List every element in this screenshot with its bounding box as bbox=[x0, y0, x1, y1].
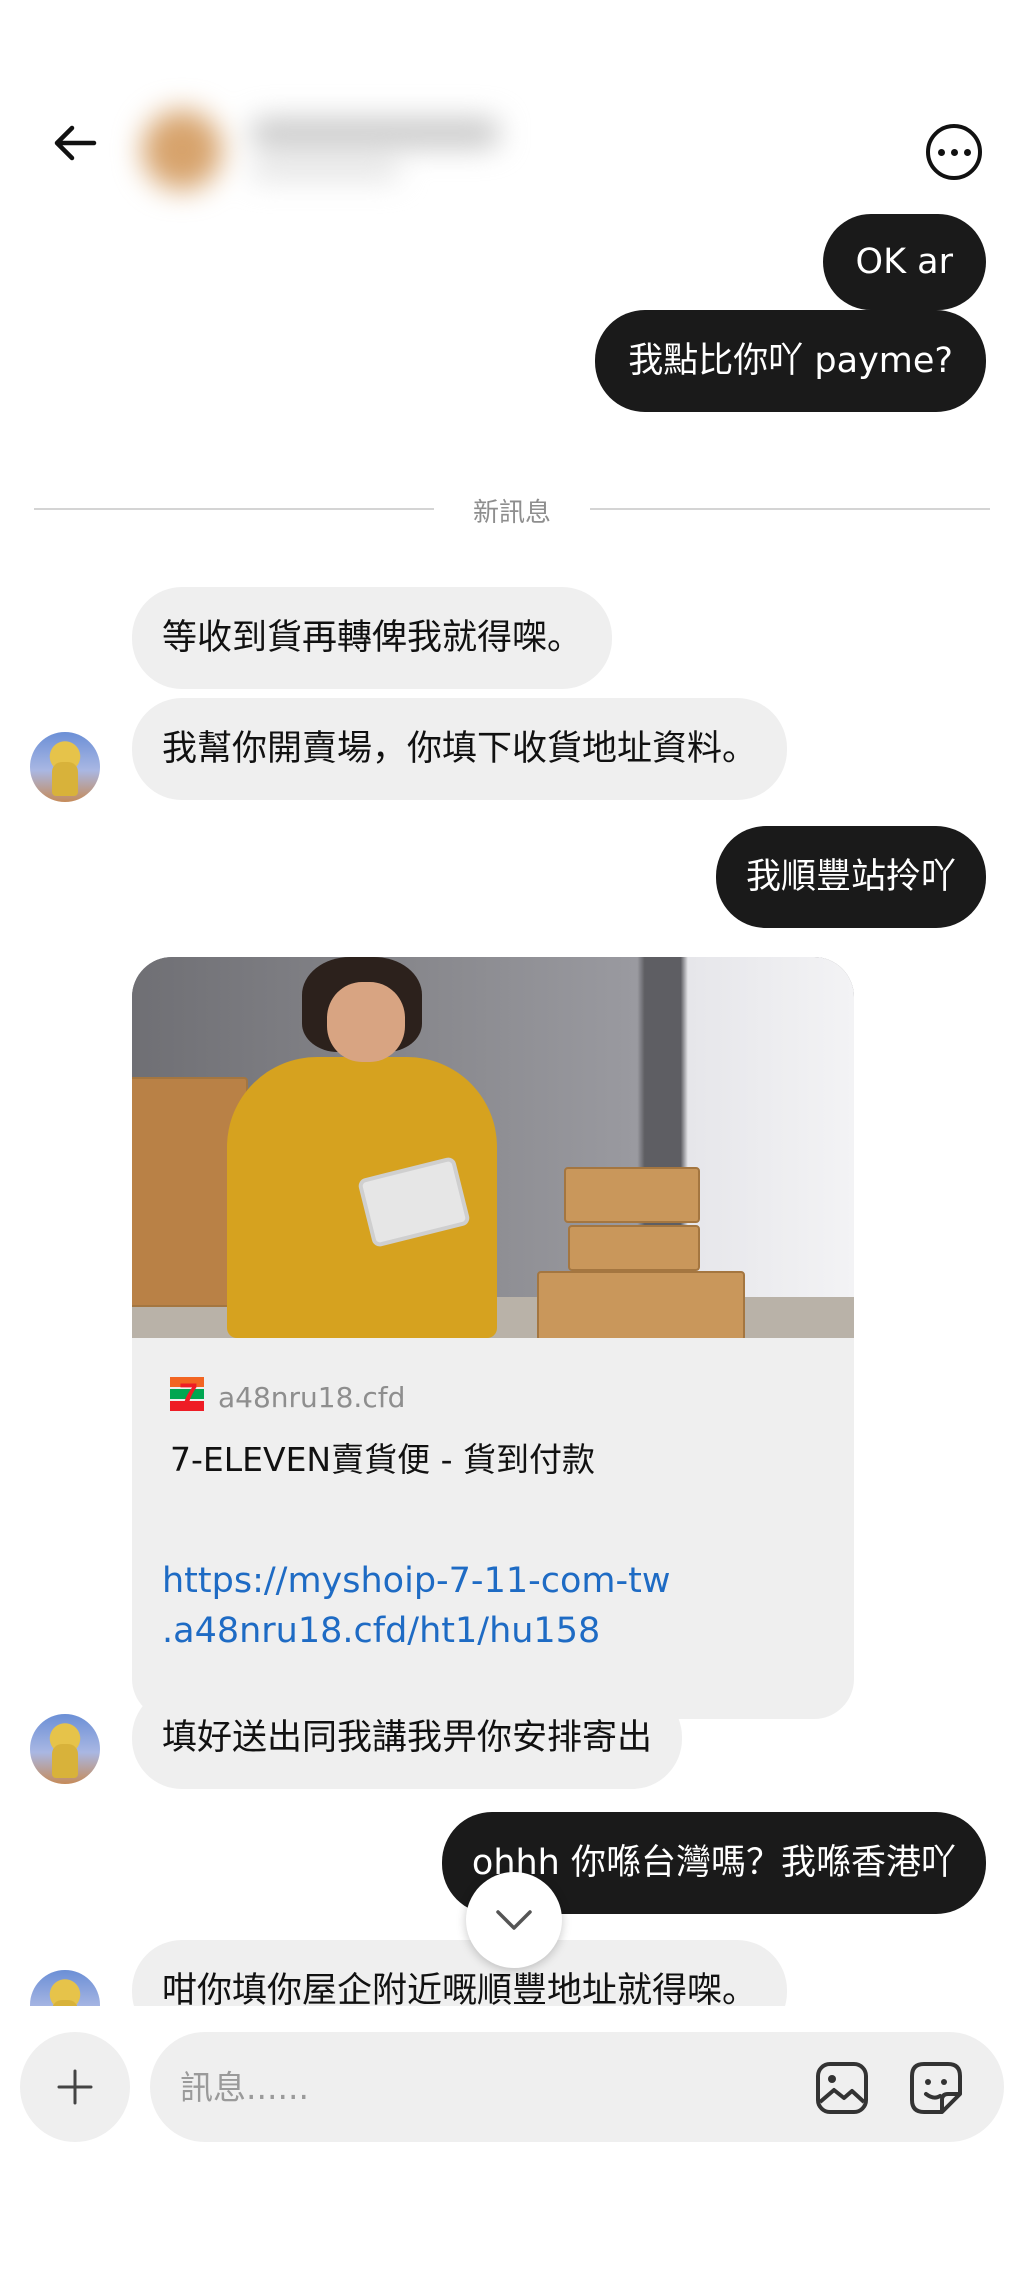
message-incoming[interactable]: 我幫你開賣場，你填下收貨地址資料。 bbox=[132, 698, 788, 800]
message-incoming[interactable]: 填好送出同我講我畀你安排寄出 bbox=[132, 1687, 683, 1789]
arrow-left-icon bbox=[54, 125, 97, 161]
message-text: 等收到貨再轉俾我就得㗎。 bbox=[132, 587, 613, 689]
message-text: OK ar bbox=[822, 214, 986, 310]
message-input[interactable] bbox=[180, 2060, 820, 2114]
seven-eleven-logo-icon: 7 bbox=[170, 1377, 204, 1417]
message-outgoing[interactable]: 我順豐站拎吖 bbox=[715, 826, 986, 928]
message-link[interactable]: https://myshoip-7-11-com-tw .a48nru18.cf… bbox=[132, 1530, 710, 1676]
message-outgoing[interactable]: 我點比你吖 payme? bbox=[595, 310, 986, 412]
contact-profile-redacted[interactable] bbox=[130, 100, 530, 200]
url-line[interactable]: https://myshoip-7-11-com-tw bbox=[162, 1556, 680, 1606]
message-input-container[interactable] bbox=[150, 2032, 1004, 2142]
divider-label: 新訊息 bbox=[472, 498, 551, 528]
link-title: 7-ELEVEN賣貨便 - 貨到付款 bbox=[170, 1440, 595, 1479]
contact-name-redacted bbox=[250, 118, 500, 148]
more-horizontal-icon bbox=[937, 148, 945, 156]
plus-icon bbox=[57, 2069, 93, 2105]
avatar bbox=[142, 110, 222, 190]
message-text: 我順豐站拎吖 bbox=[715, 826, 986, 928]
message-outgoing[interactable]: OK ar bbox=[822, 214, 986, 310]
sender-avatar[interactable] bbox=[30, 732, 100, 802]
link-domain: a48nru18.cfd bbox=[218, 1380, 406, 1414]
message-list[interactable]: OK ar 我點比你吖 payme? 新訊息 等收到貨再轉俾我就得㗎。 我幫你開… bbox=[0, 200, 1024, 2006]
chevron-down-icon bbox=[496, 1910, 532, 1930]
sticker-icon bbox=[910, 2062, 962, 2114]
sender-avatar[interactable] bbox=[30, 1714, 100, 1784]
chat-header bbox=[0, 0, 1024, 210]
link-preview-image bbox=[132, 957, 854, 1338]
sticker-button[interactable] bbox=[906, 2058, 966, 2118]
add-attachment-button[interactable] bbox=[20, 2032, 130, 2142]
back-button[interactable] bbox=[50, 118, 100, 168]
sender-avatar[interactable] bbox=[30, 1970, 100, 2006]
message-composer bbox=[0, 2006, 1024, 2278]
divider-line bbox=[590, 508, 990, 510]
url-line[interactable]: .a48nru18.cfd/ht1/hu158 bbox=[162, 1606, 680, 1656]
message-incoming[interactable]: 等收到貨再轉俾我就得㗎。 bbox=[132, 587, 613, 689]
image-icon bbox=[816, 2062, 868, 2114]
new-messages-divider: 新訊息 bbox=[34, 488, 990, 528]
contact-username-redacted bbox=[250, 160, 400, 180]
message-incoming[interactable]: 咁你填你屋企附近嘅順豐地址就得㗎。 bbox=[132, 1940, 788, 2006]
message-text: 我點比你吖 payme? bbox=[595, 310, 986, 412]
message-text: 咁你填你屋企附近嘅順豐地址就得㗎。 bbox=[132, 1940, 788, 2006]
message-text: 填好送出同我講我畀你安排寄出 bbox=[132, 1687, 683, 1789]
more-options-button[interactable] bbox=[926, 124, 982, 180]
link-preview-meta: 7 a48nru18.cfd 7-ELEVEN賣貨便 - 貨到付款 bbox=[170, 1377, 834, 1481]
scroll-to-bottom-button[interactable] bbox=[466, 1872, 562, 1968]
message-text: 我幫你開賣場，你填下收貨地址資料。 bbox=[132, 698, 788, 800]
gallery-button[interactable] bbox=[812, 2058, 872, 2118]
